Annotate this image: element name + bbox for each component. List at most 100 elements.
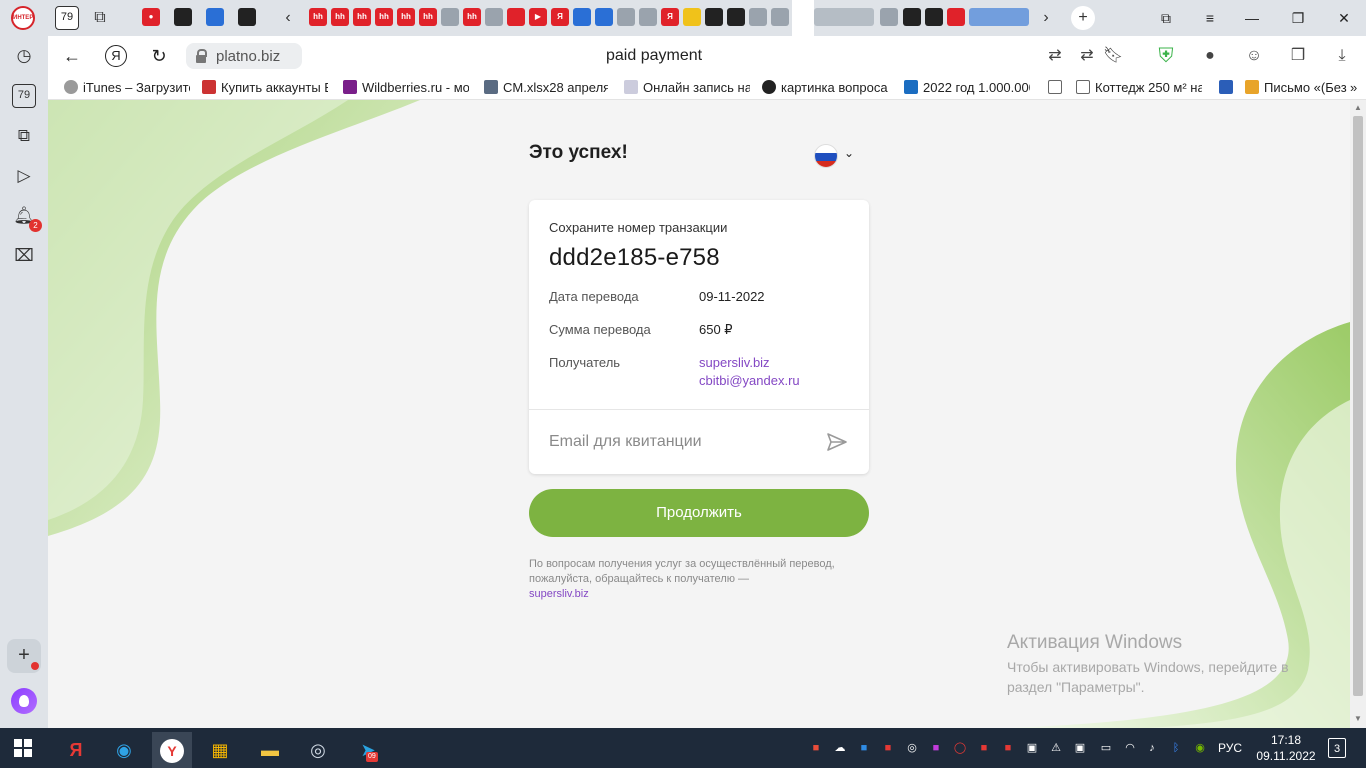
bookmark-item[interactable]: 2022 год 1.000.000 [904,80,1030,96]
bookmark-item[interactable]: Онлайн запись на [624,80,750,96]
profile-logo[interactable]: ИНТЕР [11,6,35,30]
tray-opera-icon[interactable]: ◯ [952,740,968,756]
recipient-site-link[interactable]: supersliv.biz [699,355,770,370]
tray-app-icon[interactable]: ⚠ [1048,740,1064,756]
explorer-folder-icon[interactable]: ▬ [250,732,290,768]
tabs-scroll-left-icon[interactable]: ‹ [276,6,300,30]
tab-favicon[interactable]: ● [142,8,160,26]
edge-icon[interactable]: ◉ [104,732,144,768]
tab-favicon[interactable] [771,8,789,26]
bookmark-item[interactable]: Купить аккаунты В [202,80,328,96]
nvidia-icon[interactable]: ◉ [1192,740,1208,756]
tab-favicon[interactable] [814,8,874,26]
steam-icon[interactable]: ◎ [298,732,338,768]
input-language[interactable]: РУС [1218,741,1242,755]
tray-cloud-icon[interactable]: ☁ [832,740,848,756]
bluetooth-icon[interactable]: ᛒ [1168,740,1184,756]
tab-favicon[interactable] [485,8,503,26]
tab-favicon[interactable] [441,8,459,26]
tab-favicon-hh[interactable]: hh [353,8,371,26]
tab-favicon-youtube[interactable]: ▶ [529,8,547,26]
address-bar[interactable]: platno.biz [186,43,302,69]
tab-favicon[interactable] [683,8,701,26]
tray-app-icon[interactable]: ■ [880,740,896,756]
tab-favicon[interactable] [749,8,767,26]
collections-icon[interactable]: ⧉ [12,124,36,148]
reload-icon[interactable]: ↻ [147,44,171,68]
language-selector[interactable]: ⌄ [814,144,860,168]
bookmark-item[interactable] [1219,80,1237,96]
scroll-up-icon[interactable]: ▲ [1353,103,1363,113]
tab-favicon[interactable] [925,8,943,26]
tab-favicon-hh[interactable]: hh [375,8,393,26]
volume-icon[interactable]: ♪ [1144,740,1160,756]
wifi-icon[interactable]: ◠ [1122,740,1138,756]
tab-favicon-yandex[interactable]: Я [661,8,679,26]
tab-favicon[interactable] [969,8,1029,26]
yandex-browser-icon[interactable]: Y [152,732,192,768]
bookmarks-more-icon[interactable]: » [1350,80,1364,96]
tray-app-icon[interactable]: ▣ [1024,740,1040,756]
tab-list-icon[interactable]: ⧉ [1151,6,1181,30]
tray-app-icon[interactable]: ■ [808,740,824,756]
close-window-icon[interactable]: ✕ [1329,6,1359,30]
tray-pdf-icon[interactable]: ■ [976,740,992,756]
tray-app-icon[interactable]: ■ [856,740,872,756]
extension-icon[interactable]: ☺ [1242,44,1266,68]
tab-favicon-hh[interactable]: hh [419,8,437,26]
scrollbar-thumb[interactable] [1353,116,1363,696]
screenshot-icon[interactable]: ⌧ [12,244,36,268]
tabs-scroll-right-icon[interactable]: › [1034,6,1058,30]
bookmark-item[interactable] [1048,80,1062,96]
new-tab-folder-icon[interactable]: ⧉ [88,6,112,30]
tabs-count-icon[interactable]: 79 [12,84,36,108]
tab-favicon[interactable] [573,8,591,26]
tab-favicon-hh[interactable]: hh [463,8,481,26]
continue-button[interactable]: Продолжить [529,489,869,537]
send-icon[interactable] [825,430,849,454]
bookmark-icon[interactable]: 🔖︎ [1101,44,1125,68]
new-tab-plus-icon[interactable]: + [1071,6,1095,30]
tab-favicon-docs[interactable] [595,8,613,26]
yandex-icon[interactable]: Я [105,45,127,67]
reader-icon[interactable]: ⇄ [1075,44,1099,68]
bookmark-item[interactable]: iTunes – Загрузите [64,80,190,96]
downloads-icon[interactable]: ⤓ [1330,44,1354,68]
back-icon[interactable]: ← [60,44,84,68]
minimize-icon[interactable]: — [1237,6,1267,30]
tab-favicon[interactable] [903,8,921,26]
bookmark-item[interactable]: Wildberries.ru - мо [343,80,469,96]
tab-favicon[interactable] [507,8,525,26]
video-icon[interactable]: ▷ [12,164,36,188]
bookmark-item[interactable]: Письмо «(Без [1245,80,1349,96]
tab-count-button[interactable]: 79 [55,6,79,30]
bookmark-item[interactable]: картинка вопроса [762,80,892,96]
extension-icon[interactable]: ● [1198,44,1222,68]
menu-icon[interactable]: ≡ [1195,6,1225,30]
tab-favicon-hh[interactable]: hh [331,8,349,26]
collections-icon[interactable]: ❒ [1286,44,1310,68]
recipient-email-link[interactable]: cbitbi@yandex.ru [699,373,800,388]
tab-favicon[interactable] [727,8,745,26]
clock[interactable]: 17:18 09.11.2022 [1256,732,1316,764]
history-icon[interactable]: ◷ [12,44,36,68]
tab-favicon-hh[interactable]: hh [397,8,415,26]
tab-favicon-hh[interactable]: hh [309,8,327,26]
help-recipient-link[interactable]: supersliv.biz [529,588,589,600]
windows-start-icon[interactable] [14,739,32,757]
tab-favicon[interactable] [238,8,256,26]
notification-center-icon[interactable]: 3 [1328,738,1346,758]
tray-app-icon[interactable]: ■ [1000,740,1016,756]
tray-steam-icon[interactable]: ◎ [904,740,920,756]
tab-favicon-figma[interactable] [947,8,965,26]
restore-icon[interactable]: ❐ [1283,6,1313,30]
tab-favicon[interactable] [705,8,723,26]
tray-app-icon[interactable]: ■ [928,740,944,756]
active-tab[interactable] [792,0,814,36]
translate-icon[interactable]: ⇄ [1043,44,1067,68]
alice-assistant-icon[interactable] [11,688,37,714]
bookmark-item[interactable]: Коттедж 250 м² на [1076,80,1202,96]
battery-icon[interactable]: ▭ [1098,740,1114,756]
tab-favicon[interactable] [174,8,192,26]
bookmark-item[interactable]: CM.xlsx28 апреля [484,80,608,96]
